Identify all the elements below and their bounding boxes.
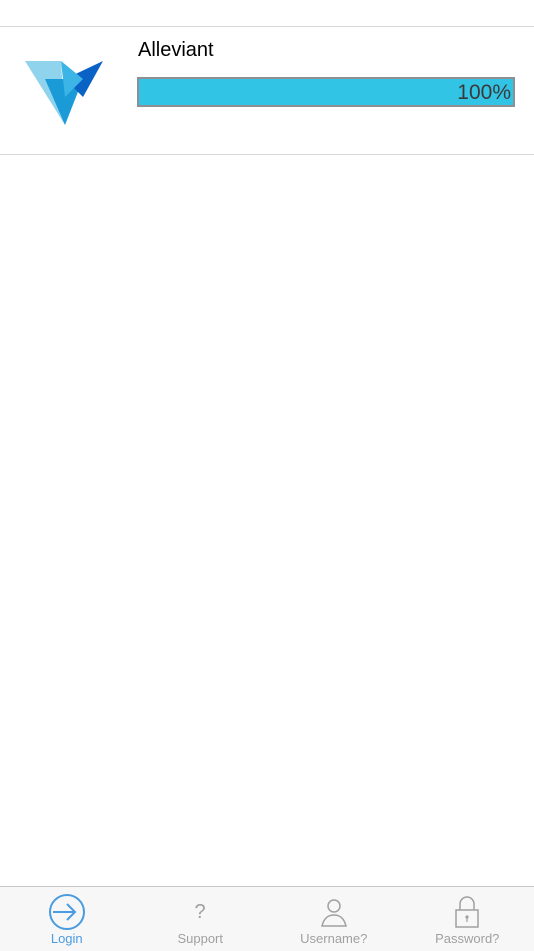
tab-support-label: Support [177,932,223,946]
question-icon: ? [180,892,220,932]
tab-support[interactable]: ? Support [134,887,268,951]
app-list-item[interactable]: Alleviant 100% [0,27,534,154]
tab-password[interactable]: Password? [401,887,534,951]
tab-login-label: Login [51,932,83,946]
lock-icon [447,892,487,932]
tab-password-label: Password? [435,932,499,946]
alleviant-logo-icon [25,59,105,125]
tab-username[interactable]: Username? [267,887,401,951]
row-divider [0,154,534,155]
tab-bar: Login ? Support Username? Password? [0,886,534,951]
progress-percentage: 100% [457,79,511,105]
user-icon [314,892,354,932]
tab-username-label: Username? [300,932,367,946]
download-progress-bar: 100% [137,77,515,107]
login-arrow-icon [47,892,87,932]
svg-text:?: ? [195,901,206,923]
app-name: Alleviant [138,38,214,62]
tab-login[interactable]: Login [0,887,134,951]
